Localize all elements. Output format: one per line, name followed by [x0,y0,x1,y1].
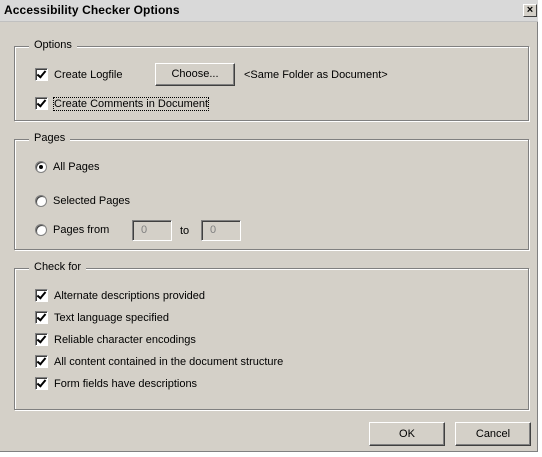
ok-button[interactable]: OK [369,422,445,446]
pages-from-radio[interactable]: Pages from [35,224,109,236]
pages-from-input[interactable]: 0 [132,220,172,241]
check-text-language[interactable]: Text language specified [35,311,169,324]
check-for-group-label: Check for [29,261,87,273]
create-logfile-label: Create Logfile [54,68,123,81]
selected-pages-radio[interactable]: Selected Pages [35,195,130,207]
document-structure-check-box[interactable] [35,355,48,368]
selected-pages-radio-button[interactable] [35,195,47,207]
form-fields-check-box[interactable] [35,377,48,390]
create-comments-label: Create Comments in Document [52,96,210,111]
options-group-label: Options [29,39,77,51]
alternate-descriptions-label: Alternate descriptions provided [54,289,206,302]
close-button[interactable]: × [523,4,537,17]
create-logfile-checkbox[interactable]: Create Logfile [35,68,123,81]
selected-pages-label: Selected Pages [53,195,131,207]
dialog-title: Accessibility Checker Options [4,3,180,17]
choose-button[interactable]: Choose... [155,63,235,86]
all-pages-label: All Pages [53,161,100,173]
pages-from-radio-button[interactable] [35,224,47,236]
cancel-button[interactable]: Cancel [455,422,531,446]
text-language-label: Text language specified [54,311,169,324]
document-structure-label: All content contained in the document st… [54,355,284,368]
cancel-button-label: Cancel [475,428,511,440]
pages-to-input[interactable]: 0 [201,220,241,241]
create-logfile-check-box[interactable] [35,68,48,81]
title-bar: Accessibility Checker Options × [0,0,538,22]
check-form-fields[interactable]: Form fields have descriptions [35,377,197,390]
alternate-descriptions-check-box[interactable] [35,289,48,302]
choose-button-label: Choose... [171,68,219,80]
all-pages-radio[interactable]: All Pages [35,161,99,173]
create-comments-checkbox[interactable]: Create Comments in Document [35,96,210,111]
accessibility-checker-options-dialog: Accessibility Checker Options × Options … [0,0,538,452]
text-language-check-box[interactable] [35,311,48,324]
character-encodings-label: Reliable character encodings [54,333,196,346]
pages-to-label: to [180,225,190,237]
pages-group-label: Pages [29,132,71,144]
all-pages-radio-button[interactable] [35,161,47,173]
form-fields-label: Form fields have descriptions [54,377,198,390]
pages-from-label: Pages from [53,224,110,236]
ok-button-label: OK [399,428,415,440]
logfile-folder-text: <Same Folder as Document> [244,69,388,81]
create-comments-check-box[interactable] [35,97,48,110]
character-encodings-check-box[interactable] [35,333,48,346]
close-icon: × [526,4,534,16]
check-alternate-descriptions[interactable]: Alternate descriptions provided [35,289,205,302]
check-character-encodings[interactable]: Reliable character encodings [35,333,196,346]
check-document-structure[interactable]: All content contained in the document st… [35,355,283,368]
